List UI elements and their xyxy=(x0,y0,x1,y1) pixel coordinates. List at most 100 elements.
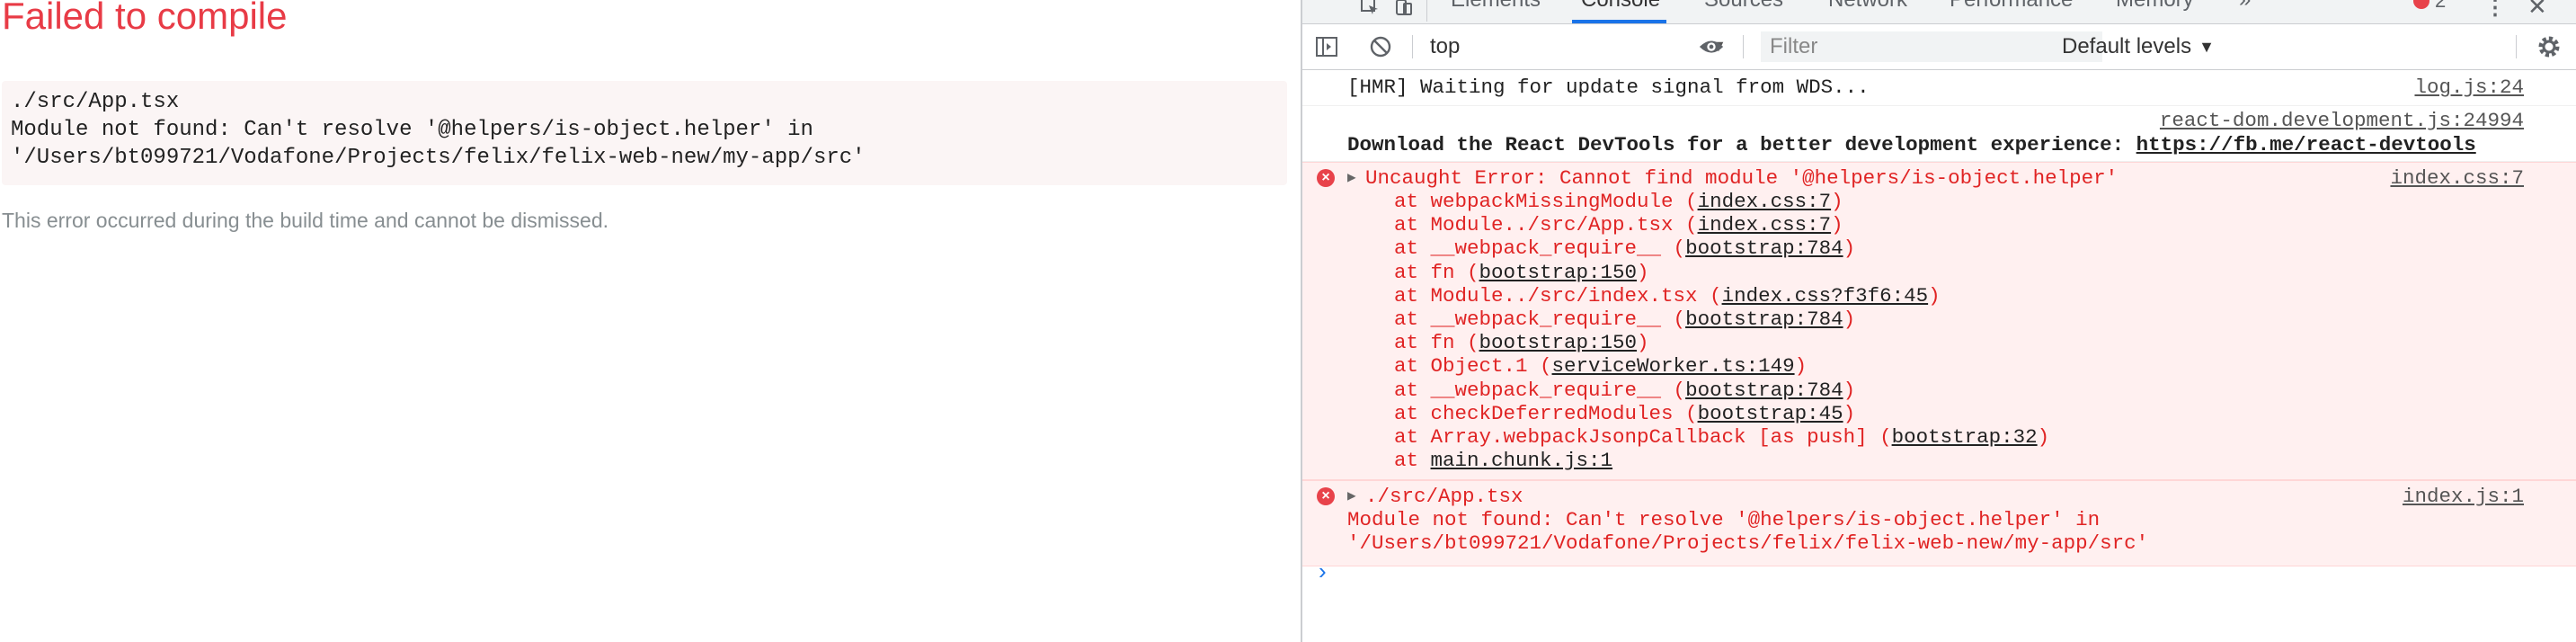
more-options-icon[interactable]: ⋮ xyxy=(2484,0,2506,21)
stack-frame-text: at fn ( xyxy=(1394,331,1479,355)
sidebar-toggle-icon[interactable] xyxy=(1313,33,1340,60)
message-source-link[interactable]: react-dom.development.js:24994 xyxy=(2160,109,2524,132)
stack-frame-text: ) xyxy=(1831,213,1843,237)
message-source-link[interactable]: index.css:7 xyxy=(2390,166,2524,190)
stack-frame-link[interactable]: index.css?f3f6:45 xyxy=(1722,284,1929,308)
tab-sources[interactable]: Sources xyxy=(1704,0,1783,13)
overlay-error-box: ./src/App.tsx Module not found: Can't re… xyxy=(2,81,1287,185)
stack-frame: at __webpack_require__ (bootstrap:784) xyxy=(1394,308,1855,331)
log-levels-value: Default levels xyxy=(2062,34,2192,58)
toolbar-separator xyxy=(1426,0,1427,22)
stack-frame: at main.chunk.js:1 xyxy=(1394,449,1612,472)
chevron-down-icon: ▼ xyxy=(2198,37,2215,56)
stack-frame: at fn (bootstrap:150) xyxy=(1394,261,1649,284)
message-text: Download the React DevTools for a better… xyxy=(1347,133,2476,156)
react-devtools-link[interactable]: https://fb.me/react-devtools xyxy=(2136,133,2476,156)
stack-frame-text: at Module../src/App.tsx ( xyxy=(1394,213,1698,237)
error-badge-icon xyxy=(2413,0,2429,9)
stack-frame-text: at xyxy=(1394,449,1431,473)
toolbar-separator xyxy=(1743,35,1744,58)
stack-frame-text: at webpackMissingModule ( xyxy=(1394,190,1698,213)
error-line: ./src/App.tsx xyxy=(1365,485,1523,508)
stack-frame: at Object.1 (serviceWorker.ts:149) xyxy=(1394,354,1807,378)
overlay-note: This error occurred during the build tim… xyxy=(2,209,609,232)
more-tabs-button[interactable]: » xyxy=(2239,0,2251,13)
stack-frame: at __webpack_require__ (bootstrap:784) xyxy=(1394,379,1855,402)
message-source-link[interactable]: log.js:24 xyxy=(2414,76,2524,99)
stack-frame-link[interactable]: bootstrap:784 xyxy=(1685,308,1843,331)
error-count-badge[interactable]: 2 xyxy=(2413,0,2446,13)
stack-frame-text: at fn ( xyxy=(1394,260,1479,284)
active-tab-indicator xyxy=(1572,20,1666,23)
console-error-module-not-found: × ▶ ./src/App.tsx index.js:1 Module not … xyxy=(1302,480,2576,566)
console-prompt-chevron-icon[interactable]: › xyxy=(1319,557,1327,585)
console-output: [HMR] Waiting for update signal from WDS… xyxy=(1302,70,2576,566)
message-text: [HMR] Waiting for update signal from WDS… xyxy=(1347,76,1870,99)
tab-memory[interactable]: Memory xyxy=(2116,0,2194,13)
log-levels-selector[interactable]: Default levels ▼ xyxy=(2062,31,2215,62)
stack-frame-link[interactable]: bootstrap:784 xyxy=(1685,236,1843,260)
context-value: top xyxy=(1430,34,1461,58)
expand-triangle-icon[interactable]: ▶ xyxy=(1347,486,1356,504)
stack-frame-link[interactable]: bootstrap:150 xyxy=(1479,331,1638,354)
stack-frame: at Array.webpackJsonpCallback [as push] … xyxy=(1394,425,2049,449)
stack-frame-link[interactable]: main.chunk.js:1 xyxy=(1431,449,1613,472)
stack-frame-link[interactable]: serviceWorker.ts:149 xyxy=(1552,354,1795,378)
stack-frame: at checkDeferredModules (bootstrap:45) xyxy=(1394,402,1855,425)
console-message-hmr: [HMR] Waiting for update signal from WDS… xyxy=(1302,70,2576,106)
stack-frame-link[interactable]: bootstrap:32 xyxy=(1892,425,2038,449)
tab-network[interactable]: Network xyxy=(1828,0,1907,13)
stack-frame: at Module../src/index.tsx (index.css?f3f… xyxy=(1394,284,1941,308)
stack-frame-link[interactable]: index.css:7 xyxy=(1698,213,1832,236)
error-icon: × xyxy=(1317,487,1335,505)
error-line: Module not found: Can't resolve '@helper… xyxy=(1347,508,2101,531)
tab-elements[interactable]: Elements xyxy=(1451,0,1541,13)
stack-frame-text: at Object.1 ( xyxy=(1394,354,1552,379)
tab-performance[interactable]: Performance xyxy=(1950,0,2073,13)
error-overlay: Failed to compile ./src/App.tsx Module n… xyxy=(0,0,1301,642)
console-message-devtools-promo: react-dom.development.js:24994 Download … xyxy=(1302,106,2576,162)
inspect-element-icon[interactable] xyxy=(1356,0,1383,20)
overlay-error-line: ./src/App.tsx xyxy=(11,90,180,114)
stack-frame-link[interactable]: bootstrap:150 xyxy=(1479,261,1638,284)
error-headline: Uncaught Error: Cannot find module '@hel… xyxy=(1365,166,2119,190)
stack-frame-text: ) xyxy=(1843,378,1856,402)
stack-frame-text: at Array.webpackJsonpCallback [as push] … xyxy=(1394,425,1892,449)
overlay-title: Failed to compile xyxy=(2,0,288,37)
error-icon: × xyxy=(1317,169,1335,187)
stack-frame-text: ) xyxy=(1843,308,1856,331)
stack-frame: at fn (bootstrap:150) xyxy=(1394,331,1649,354)
stack-frame-link[interactable]: bootstrap:45 xyxy=(1698,402,1843,425)
message-source-link[interactable]: index.js:1 xyxy=(2403,485,2524,508)
console-error-uncaught: × ▶ Uncaught Error: Cannot find module '… xyxy=(1302,162,2576,480)
stack-frame-text: ) xyxy=(1843,236,1856,261)
overlay-error-line: '/Users/bt099721/Vodafone/Projects/felix… xyxy=(11,146,866,170)
error-count: 2 xyxy=(2435,0,2447,12)
context-selector[interactable]: top ▼ xyxy=(1430,31,1727,62)
toolbar-separator xyxy=(1412,35,1413,58)
stack-frame-link[interactable]: index.css:7 xyxy=(1698,190,1832,213)
stack-frame: at __webpack_require__ (bootstrap:784) xyxy=(1394,236,1855,260)
toolbar-separator xyxy=(2516,35,2517,58)
device-toolbar-icon[interactable] xyxy=(1390,0,1417,20)
console-settings-gear-icon[interactable] xyxy=(2536,33,2563,60)
tab-console[interactable]: Console xyxy=(1581,0,1660,13)
console-toolbar: top ▼ Default levels ▼ xyxy=(1302,24,2576,70)
error-line: '/Users/bt099721/Vodafone/Projects/felix… xyxy=(1347,531,2149,555)
expand-triangle-icon[interactable]: ▶ xyxy=(1347,168,1356,186)
promo-text: Download the React DevTools for a better… xyxy=(1347,133,2136,156)
clear-console-icon[interactable] xyxy=(1367,33,1394,60)
stack-frame-text: at Module../src/index.tsx ( xyxy=(1394,283,1722,308)
stack-frame-text: ) xyxy=(1843,401,1856,425)
stack-frame-text: ) xyxy=(1831,190,1843,213)
stack-frame-text: at __webpack_require__ ( xyxy=(1394,236,1686,261)
live-expression-eye-icon[interactable] xyxy=(1698,33,1725,60)
filter-input[interactable] xyxy=(1761,31,2102,62)
close-devtools-icon[interactable]: ✕ xyxy=(2527,0,2547,21)
stack-frame-text: ) xyxy=(1794,354,1808,379)
overlay-error-line: Module not found: Can't resolve '@helper… xyxy=(11,118,813,142)
stack-frame-text: ) xyxy=(1928,283,1941,308)
stack-frame-text: ) xyxy=(1637,331,1649,355)
stack-frame-link[interactable]: bootstrap:784 xyxy=(1685,379,1843,402)
stack-frame-text: at __webpack_require__ ( xyxy=(1394,308,1686,331)
